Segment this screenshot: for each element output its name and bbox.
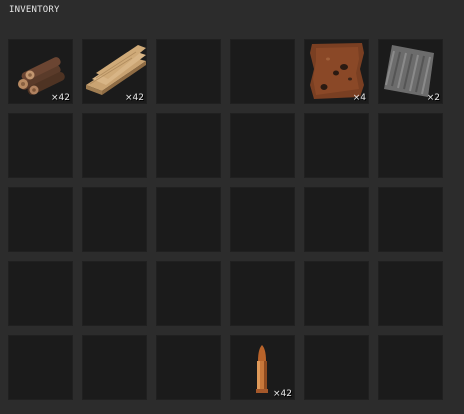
inventory-slot-23[interactable] [304,261,369,326]
inventory-slot-27[interactable] [156,335,221,400]
inventory-title: INVENTORY [9,5,60,15]
inventory-slot-25[interactable] [8,335,73,400]
inventory-slot-26[interactable] [82,335,147,400]
inventory-slot-20[interactable] [82,261,147,326]
inventory-slot-17[interactable] [304,187,369,252]
inventory-slot-15[interactable] [156,187,221,252]
inventory-slot-18[interactable] [378,187,443,252]
inventory-slot-5[interactable]: ×4 [304,39,369,104]
inventory-slot-12[interactable] [378,113,443,178]
inventory-slot-3[interactable] [156,39,221,104]
inventory-slot-7[interactable] [8,113,73,178]
item-count: ×42 [273,389,292,399]
inventory-slot-16[interactable] [230,187,295,252]
inventory-slot-8[interactable] [82,113,147,178]
inventory-slot-30[interactable] [378,335,443,400]
inventory-slot-14[interactable] [82,187,147,252]
inventory-slot-24[interactable] [378,261,443,326]
item-count: ×4 [352,93,366,103]
inventory-slot-10[interactable] [230,113,295,178]
item-count: ×42 [125,93,144,103]
inventory-slot-1[interactable]: ×42 [8,39,73,104]
inventory-slot-21[interactable] [156,261,221,326]
inventory-grid: ×42 ×42 ×4 ×2 ×42 [8,39,443,400]
item-count: ×2 [426,93,440,103]
inventory-slot-9[interactable] [156,113,221,178]
inventory-slot-11[interactable] [304,113,369,178]
inventory-slot-28[interactable]: ×42 [230,335,295,400]
inventory-slot-19[interactable] [8,261,73,326]
item-count: ×42 [51,93,70,103]
inventory-slot-6[interactable]: ×2 [378,39,443,104]
inventory-slot-22[interactable] [230,261,295,326]
inventory-slot-29[interactable] [304,335,369,400]
inventory-slot-2[interactable]: ×42 [82,39,147,104]
inventory-slot-4[interactable] [230,39,295,104]
inventory-slot-13[interactable] [8,187,73,252]
